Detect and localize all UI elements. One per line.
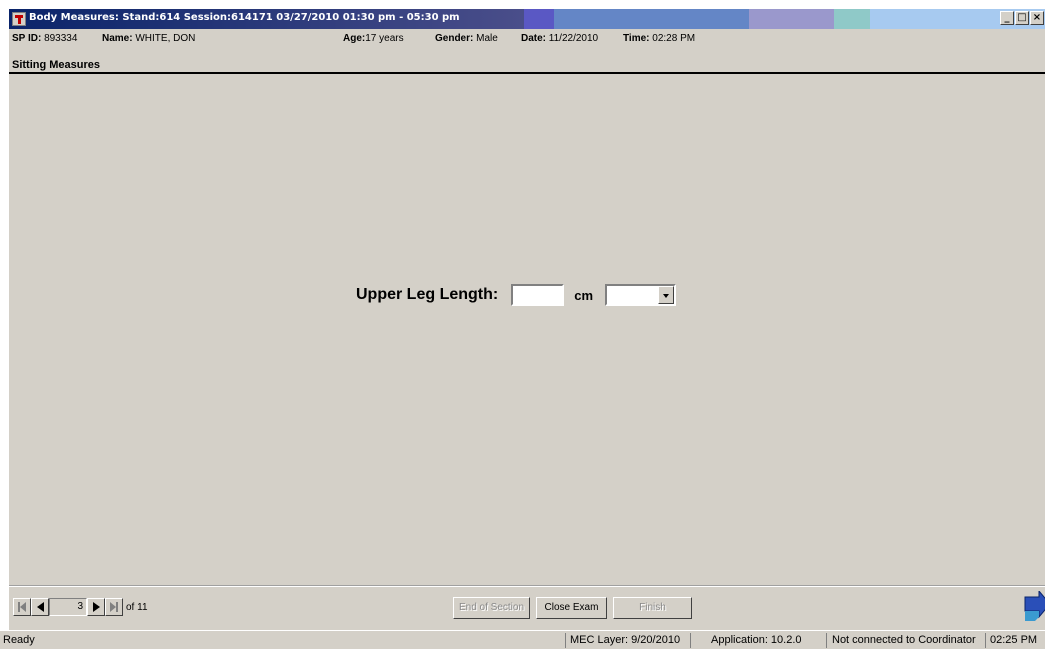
upper-leg-length-input[interactable] [511,284,565,306]
first-page-icon-arrow [20,602,26,612]
sp-id-info: SP ID: 893334 [12,33,77,44]
name-value: WHITE, DON [135,33,196,44]
coordinator-status: Not connected to Coordinator [832,634,976,646]
sp-id-label: SP ID: [12,33,42,44]
date-info: Date: 11/22/2010 [521,33,598,44]
first-page-button [13,598,31,616]
maximize-button[interactable]: □ [1015,11,1029,25]
name-info: Name: WHITE, DON [102,33,195,44]
status-clock: 02:25 PM [990,634,1038,646]
status-bar: Ready MEC Layer: 9/20/2010 Application: … [0,630,1045,649]
sp-id-value: 893334 [44,33,78,44]
title-bar-segment [749,9,834,29]
application-version-status: Application: 10.2.0 [711,634,802,646]
age-info: Age:17 years [343,33,404,44]
status-divider [985,633,986,648]
window-title: Body Measures: Stand:614 Session:614171 … [29,12,460,23]
title-bar[interactable]: Body Measures: Stand:614 Session:614171 … [9,9,1045,29]
section-title: Sitting Measures [12,59,101,71]
gender-label: Gender: [435,33,474,44]
date-label: Date: [521,33,547,44]
previous-page-button[interactable] [31,598,49,616]
window-controls: _ □ × [1000,11,1045,25]
page-total-label: of 11 [126,601,148,613]
body-measures-app-icon[interactable] [12,12,26,26]
status-divider [690,633,691,648]
page-navigation: 3 of 11 [13,598,148,616]
next-arrow-icon[interactable] [1021,591,1045,623]
section-header: Sitting Measures [9,49,1045,74]
finish-button: Finish [613,597,692,619]
age-value: 17 years [365,33,404,44]
title-bar-segment [834,9,870,29]
next-page-button[interactable] [87,598,105,616]
name-label: Name: [102,33,133,44]
gender-value: Male [476,33,498,44]
date-value: 11/22/2010 [548,33,599,44]
exam-window: Body Measures: Stand:614 Session:614171 … [9,9,1045,649]
previous-page-icon [37,602,44,612]
age-label: Age: [343,33,366,44]
bottom-divider [9,585,1045,587]
last-page-icon-bar [116,602,118,612]
time-info: Time: 02:28 PM [623,33,695,44]
title-bar-segment [524,9,554,29]
status-divider [826,633,827,648]
next-page-icon [93,602,100,612]
chevron-down-icon[interactable] [658,286,675,304]
unit-label: cm [574,287,594,303]
time-value: 02:28 PM [652,33,696,44]
comment-dropdown[interactable] [605,284,677,306]
status-text: Ready [3,634,35,646]
close-button[interactable]: × [1030,11,1044,25]
upper-leg-length-row: Upper Leg Length: cm [356,283,677,307]
upper-leg-length-label: Upper Leg Length: [356,286,499,303]
end-of-section-button: End of Section [453,597,530,619]
participant-info-bar: SP ID: 893334 Name: WHITE, DON Age:17 ye… [9,29,1045,49]
minimize-button[interactable]: _ [1000,11,1014,25]
time-label: Time: [623,33,650,44]
status-divider [565,633,566,648]
page-number-input[interactable]: 3 [49,598,87,616]
mec-layer-status: MEC Layer: 9/20/2010 [570,634,681,646]
gender-info: Gender: Male [435,33,498,44]
last-page-button [105,598,123,616]
close-exam-button[interactable]: Close Exam [536,597,607,619]
title-bar-segment [554,9,749,29]
